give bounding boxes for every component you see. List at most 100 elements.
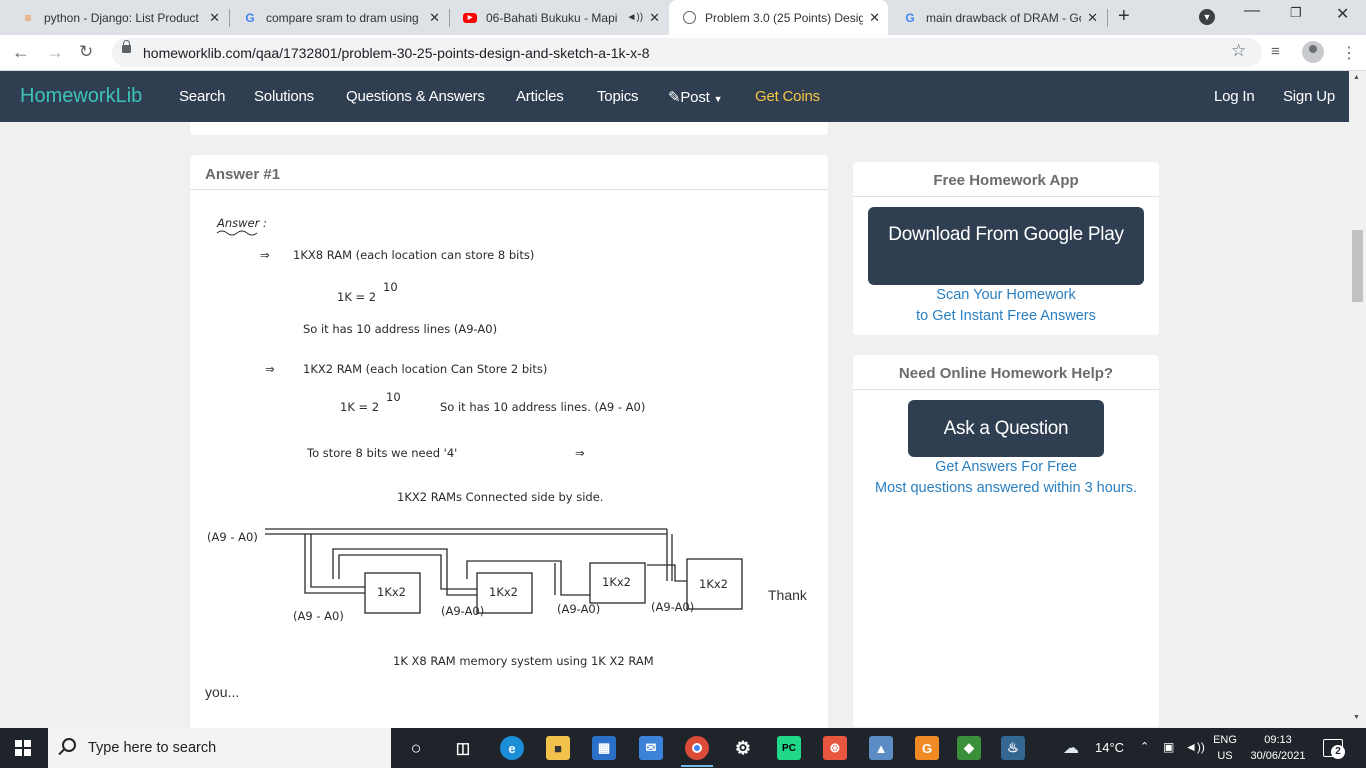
login-link[interactable]: Log In (1214, 88, 1255, 105)
free-app-card: Free Homework App Download From Google P… (853, 162, 1159, 335)
hw-line-2-exponent: 10 (383, 280, 398, 294)
settings-gear-icon[interactable]: ⚙ (731, 736, 755, 760)
close-icon[interactable]: ✕ (429, 10, 440, 26)
instant-answers-link[interactable]: to Get Instant Free Answers (853, 306, 1159, 327)
app-icon[interactable]: ⊛ (823, 736, 847, 760)
close-icon[interactable]: ✕ (1087, 10, 1098, 26)
speaker-icon[interactable]: ◄)) (627, 12, 644, 23)
answer-card: Answer #1 Answer : ⇒ 1KX8 RAM (each loca… (190, 155, 828, 755)
globe-icon (681, 10, 697, 26)
hw-line-6: To store 8 bits we need '4' (306, 446, 457, 460)
menu-dots-icon[interactable]: ⋮ (1341, 43, 1357, 63)
reading-list-icon[interactable]: ≡ (1271, 43, 1280, 60)
nav-articles[interactable]: Articles (516, 88, 564, 105)
notification-count-badge: 2 (1331, 745, 1345, 759)
weather-icon[interactable]: ☁ (1063, 738, 1079, 758)
bookmark-star-icon[interactable]: ☆ (1231, 41, 1246, 61)
language-indicator[interactable]: ENG US (1208, 732, 1242, 764)
minimize-icon[interactable]: — (1244, 2, 1260, 20)
tab-separator (1107, 9, 1108, 27)
url-text: homeworklib.com/qaa/1732801/problem-30-2… (143, 45, 650, 61)
nav-get-coins[interactable]: Get Coins (755, 88, 820, 105)
hw-chip-label: 1Kx2 (699, 577, 728, 591)
scroll-down-arrow-icon[interactable]: ▼ (1353, 714, 1360, 721)
hw-chip-address: (A9-A0) (441, 604, 484, 618)
cortana-icon[interactable]: ○ (404, 736, 428, 760)
app-icon[interactable]: ▲ (869, 736, 893, 760)
new-tab-icon[interactable]: + (1118, 5, 1130, 28)
site-logo[interactable]: HomeworkLib (20, 85, 142, 108)
browser-tab[interactable]: G compare sram to dram using ✕ (230, 4, 448, 31)
restore-icon[interactable]: ❐ (1290, 5, 1302, 21)
scroll-up-arrow-icon[interactable]: ▲ (1353, 74, 1360, 81)
weather-temp[interactable]: 14°C (1095, 740, 1124, 755)
tab-title: main drawback of DRAM - Go (926, 10, 1082, 25)
close-icon[interactable]: ✕ (649, 10, 660, 26)
pencil-icon: ✎ (668, 89, 681, 106)
network-icon[interactable]: ▣ (1163, 740, 1174, 754)
app-icon[interactable]: G (915, 736, 939, 760)
close-icon[interactable]: ✕ (869, 10, 880, 26)
homework-help-card: Need Online Homework Help? Ask a Questio… (853, 355, 1159, 727)
tray-chevron-up-icon[interactable]: ⌃ (1140, 740, 1149, 753)
tab-search-icon[interactable]: ▼ (1199, 9, 1215, 25)
forward-arrow-icon[interactable]: → (46, 42, 64, 63)
hw-line-4: 1KX2 RAM (each location Can Store 2 bits… (303, 362, 547, 376)
browser-toolbar: ← → ↻ homeworklib.com/qaa/1732801/proble… (0, 35, 1366, 71)
tab-title: compare sram to dram using (266, 10, 419, 25)
address-bar[interactable]: homeworklib.com/qaa/1732801/problem-30-2… (112, 38, 1262, 67)
taskbar-search-box[interactable]: Type here to search (48, 728, 391, 768)
taskbar-search-placeholder: Type here to search (88, 740, 217, 756)
store-icon[interactable]: ▦ (592, 736, 616, 760)
hw-caption: 1K X8 RAM memory system using 1K X2 RAM (393, 654, 654, 668)
youtube-icon: ▶ (462, 10, 478, 26)
nav-post[interactable]: ✎Post ▼ (668, 88, 722, 106)
nav-search[interactable]: Search (179, 88, 226, 105)
nav-topics[interactable]: Topics (597, 88, 639, 105)
mail-icon[interactable]: ✉ (639, 736, 663, 760)
search-icon (62, 738, 76, 752)
layers-app-icon[interactable]: ◆ (957, 736, 981, 760)
clock[interactable]: 09:13 30/06/2021 (1246, 732, 1310, 764)
volume-icon[interactable]: ◄)) (1185, 740, 1205, 754)
free-app-title: Free Homework App (853, 162, 1159, 197)
scan-homework-link[interactable]: Scan Your Homework (853, 285, 1159, 306)
site-header: HomeworkLib Search Solutions Questions &… (0, 71, 1366, 122)
file-explorer-icon[interactable]: ■ (546, 736, 570, 760)
scrollbar-thumb[interactable] (1352, 230, 1363, 302)
hw-chip-label: 1Kx2 (489, 585, 518, 599)
clock-time: 09:13 (1264, 734, 1292, 746)
close-icon[interactable]: ✕ (209, 10, 220, 26)
close-window-icon[interactable]: ✕ (1336, 4, 1349, 24)
reload-icon[interactable]: ↻ (79, 42, 93, 62)
nav-questions-answers[interactable]: Questions & Answers (346, 88, 485, 105)
edge-icon[interactable]: e (500, 736, 524, 760)
browser-tab[interactable]: ≡ python - Django: List Product ✕ (8, 4, 228, 31)
profile-avatar-icon[interactable] (1302, 41, 1324, 63)
browser-tab[interactable]: ▶ 06-Bahati Bukuku - Mapi ◄)) ✕ (450, 4, 668, 31)
ask-question-button[interactable]: Ask a Question (908, 400, 1104, 457)
hw-implies-arrow: ⇒ (265, 362, 275, 376)
answered-within-link[interactable]: Most questions answered within 3 hours. (853, 478, 1159, 499)
signup-link[interactable]: Sign Up (1283, 88, 1335, 105)
page-scrollbar[interactable]: ▲ ▼ (1349, 71, 1366, 728)
language-code: ENG (1213, 734, 1237, 746)
download-google-play-button[interactable]: Download From Google Play (868, 207, 1144, 285)
stackoverflow-icon: ≡ (24, 10, 32, 25)
nav-post-label: Post (680, 89, 710, 106)
hw-line-2: 1K = 2 (337, 290, 376, 304)
handwritten-answer-image: Answer : ⇒ 1KX8 RAM (each location can s… (205, 203, 765, 681)
pycharm-icon[interactable]: PC (777, 736, 801, 760)
free-answers-link[interactable]: Get Answers For Free (853, 457, 1159, 478)
chrome-icon[interactable] (685, 736, 709, 760)
hw-title: Answer : (216, 216, 267, 230)
windows-start-icon[interactable] (15, 740, 31, 756)
browser-tab-active[interactable]: Problem 3.0 (25 Points) Desig ✕ (669, 0, 888, 35)
tab-title: Problem 3.0 (25 Points) Desig (705, 10, 864, 25)
back-arrow-icon[interactable]: ← (12, 42, 30, 63)
task-view-icon[interactable]: ◫ (451, 736, 475, 760)
clock-date: 30/06/2021 (1250, 750, 1306, 762)
postgresql-icon[interactable]: ♨ (1001, 736, 1025, 760)
browser-tab[interactable]: G main drawback of DRAM - Go ✕ (890, 4, 1106, 31)
nav-solutions[interactable]: Solutions (254, 88, 314, 105)
